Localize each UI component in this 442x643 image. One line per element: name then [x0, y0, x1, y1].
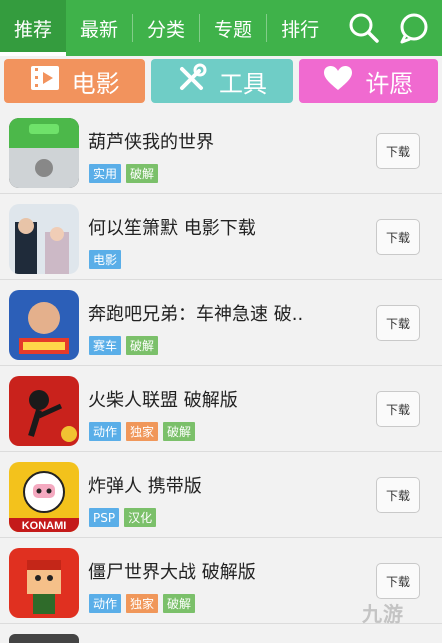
app-title: 僵尸世界大战 破解版 [88, 562, 256, 583]
tag: 破解 [163, 422, 196, 441]
tag: 赛车 [89, 336, 122, 355]
tag: 破解 [126, 336, 159, 355]
movie-category-label: 电影 [71, 69, 120, 98]
download-button[interactable]: 下载 [376, 563, 420, 599]
tab-topics[interactable]: 专题 [200, 0, 266, 56]
tools-category-label: 工具 [218, 69, 267, 98]
download-button[interactable]: 下载 [376, 391, 420, 427]
wish-category-label: 许愿 [365, 69, 414, 98]
download-button[interactable]: 下载 [376, 477, 420, 513]
list-item[interactable]: KONAMI 炸弹人 携带版 PSP 汉化 下载 [0, 452, 442, 538]
app-list: 葫芦侠我的世界 实用 破解 下载 何以笙箫默 电影下载 电影 下载 奔跑吧兄弟：… [0, 108, 442, 624]
top-navigation-bar: 推荐 最新 分类 专题 排行 [0, 0, 442, 56]
tag: 独家 [126, 422, 159, 441]
tab-label: 专题 [214, 18, 253, 41]
list-item[interactable]: 何以笙箫默 电影下载 电影 下载 [0, 194, 442, 280]
next-list-item-partial [0, 632, 442, 643]
movie-category-button[interactable]: 电影 [4, 59, 146, 103]
app-title: 火柴人联盟 破解版 [88, 390, 238, 411]
tag: PSP [89, 508, 120, 527]
tab-recommended[interactable]: 推荐 [0, 0, 67, 56]
tag-list: 动作 独家 破解 [89, 422, 196, 441]
search-icon[interactable] [348, 12, 380, 44]
tag: 动作 [89, 594, 122, 613]
tag-list: 动作 独家 破解 [89, 594, 196, 613]
app-icon [9, 634, 79, 643]
tab-label: 排行 [281, 18, 320, 41]
app-icon [9, 376, 79, 446]
tag-list: 实用 破解 [89, 164, 159, 183]
download-button[interactable]: 下载 [376, 133, 420, 169]
tab-latest[interactable]: 最新 [66, 0, 132, 56]
bomberman-icon-text: KONAMI [22, 520, 67, 532]
app-icon: KONAMI [9, 462, 79, 532]
tools-icon [177, 63, 207, 99]
tag-list: 赛车 破解 [89, 336, 159, 355]
tag-list: 电影 [89, 250, 122, 269]
app-icon [9, 548, 79, 618]
tag: 电影 [89, 250, 122, 269]
tab-label: 推荐 [14, 18, 53, 41]
app-icon [9, 290, 79, 360]
tab-label: 分类 [147, 18, 186, 41]
tag: 动作 [89, 422, 122, 441]
app-icon [9, 118, 79, 188]
app-title: 炸弹人 携带版 [88, 476, 202, 497]
tag: 破解 [163, 594, 196, 613]
category-shortcuts: 电影 工具 许愿 [0, 56, 442, 106]
film-icon [30, 65, 60, 97]
app-icon [9, 204, 79, 274]
tab-label: 最新 [80, 18, 119, 41]
tag: 破解 [126, 164, 159, 183]
tag-list: PSP 汉化 [89, 508, 157, 527]
tab-rankings[interactable]: 排行 [267, 0, 333, 56]
wish-category-button[interactable]: 许愿 [298, 59, 438, 103]
chat-icon[interactable] [398, 12, 430, 44]
tools-category-button[interactable]: 工具 [151, 59, 293, 103]
tag: 实用 [89, 164, 122, 183]
list-item[interactable]: 奔跑吧兄弟：车神急速 破.. 赛车 破解 下载 [0, 280, 442, 366]
download-button[interactable]: 下载 [376, 305, 420, 341]
watermark: 九游 [362, 602, 404, 626]
app-title: 葫芦侠我的世界 [88, 132, 214, 153]
app-title: 何以笙箫默 电影下载 [88, 218, 256, 239]
download-button[interactable]: 下载 [376, 219, 420, 255]
list-item[interactable]: 葫芦侠我的世界 实用 破解 下载 [0, 108, 442, 194]
heart-icon [323, 65, 353, 97]
tag: 汉化 [124, 508, 157, 527]
tab-categories[interactable]: 分类 [133, 0, 199, 56]
app-title: 奔跑吧兄弟：车神急速 破.. [88, 304, 304, 325]
tag: 独家 [126, 594, 159, 613]
list-item[interactable]: 火柴人联盟 破解版 动作 独家 破解 下载 [0, 366, 442, 452]
